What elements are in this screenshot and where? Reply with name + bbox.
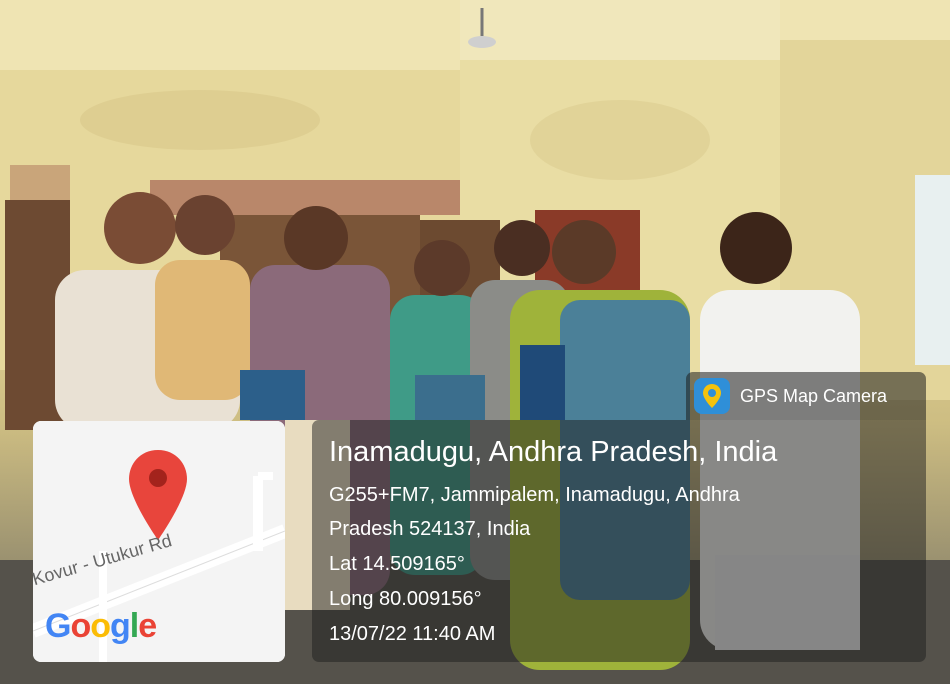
address-line-1: G255+FM7, Jammipalem, Inamadugu, Andhra: [329, 484, 740, 506]
gps-map-camera-badge: GPS Map Camera: [686, 372, 926, 420]
location-pin-icon: [694, 378, 730, 414]
location-title: Inamadugu, Andhra Pradesh, India: [329, 436, 778, 468]
location-info-panel: Inamadugu, Andhra Pradesh, India G255+FM…: [312, 420, 926, 662]
google-logo: Google: [45, 607, 157, 645]
latitude-label: Lat 14.509165°: [329, 553, 465, 575]
longitude-label: Long 80.009156°: [329, 588, 482, 610]
group-photo: Kovur - Utukur Rd Google GPS Map Camera …: [0, 0, 950, 684]
app-name-label: GPS Map Camera: [740, 386, 888, 406]
address-line-2: Pradesh 524137, India: [329, 518, 531, 540]
datetime-label: 13/07/22 11:40 AM: [329, 623, 496, 645]
